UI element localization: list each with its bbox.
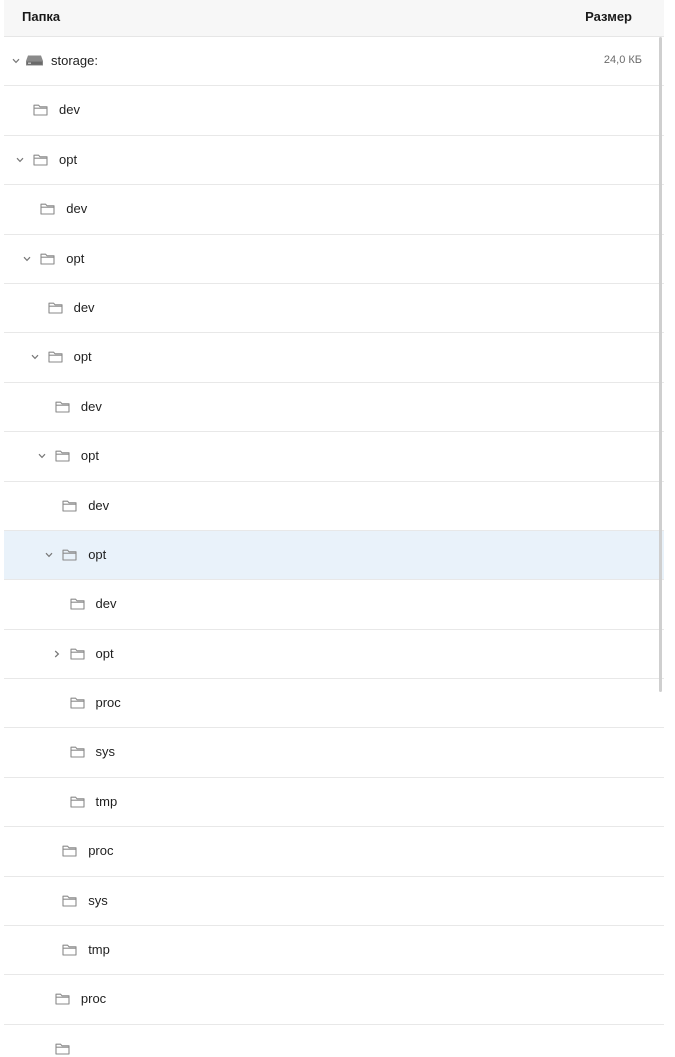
folder-icon — [55, 400, 70, 413]
chevron-down-icon[interactable] — [37, 450, 47, 462]
folder-icon — [40, 252, 55, 265]
folder-name: opt — [80, 448, 99, 464]
folder-name: opt — [88, 546, 107, 562]
chevron-down-icon[interactable] — [15, 154, 25, 166]
folder-name: tmp — [95, 793, 118, 809]
folder-name: opt — [59, 151, 78, 167]
chevron-down-icon[interactable] — [11, 55, 21, 67]
drive-icon — [25, 54, 44, 67]
tree-row[interactable]: opt — [4, 630, 664, 680]
tree-row[interactable]: dev — [4, 185, 664, 235]
folder-name: dev — [80, 398, 102, 414]
folder-name: dev — [59, 102, 80, 118]
folder-name: sys — [88, 892, 108, 908]
tree-row[interactable]: opt — [4, 432, 664, 482]
folder-name: dev — [66, 201, 88, 217]
tree-row[interactable] — [4, 1025, 664, 1057]
tree-row[interactable]: proc — [4, 827, 664, 877]
folder-name: storage: — [51, 53, 98, 68]
folder-name: sys — [95, 744, 116, 760]
tree-row[interactable]: sys — [4, 877, 664, 927]
tree-row[interactable]: dev — [4, 482, 664, 531]
folder-tree: storage: 24,0 КБ dev opt dev opt dev opt dev opt d… — [4, 37, 664, 1057]
folder-icon — [62, 943, 77, 956]
tree-row[interactable]: opt — [4, 235, 664, 284]
folder-name: proc — [95, 695, 121, 711]
folder-name: proc — [80, 991, 107, 1007]
tree-row[interactable]: storage: 24,0 КБ — [4, 37, 664, 87]
tree-row[interactable]: opt — [4, 333, 664, 383]
folder-icon — [55, 992, 70, 1005]
folder-icon — [40, 202, 55, 215]
tree-row[interactable]: tmp — [4, 778, 664, 828]
tree-row[interactable]: proc — [4, 679, 664, 729]
folder-icon — [69, 795, 85, 808]
folder-name: tmp — [88, 942, 110, 958]
folder-name: proc — [88, 843, 114, 859]
folder-size: 24,0 КБ — [603, 54, 642, 66]
folder-icon — [55, 449, 70, 462]
folder-icon — [55, 1042, 70, 1055]
folder-name: dev — [88, 497, 110, 513]
tree-row[interactable]: dev — [4, 86, 664, 136]
folder-icon — [33, 103, 48, 116]
folder-icon — [48, 350, 63, 363]
tree-row[interactable]: sys — [4, 728, 664, 778]
tree-row[interactable]: dev — [4, 383, 664, 433]
size-column-header[interactable]: Размер — [585, 9, 632, 24]
folder-icon — [62, 894, 77, 907]
chevron-right-icon[interactable] — [52, 648, 62, 660]
chevron-down-icon[interactable] — [30, 351, 40, 363]
tree-row[interactable]: dev — [4, 284, 664, 334]
folder-icon — [33, 153, 48, 166]
folder-name: dev — [73, 299, 95, 315]
folder-icon — [69, 745, 85, 759]
chevron-down-icon[interactable] — [22, 253, 32, 265]
folder-icon — [69, 696, 85, 709]
tree-row[interactable]: opt — [4, 136, 664, 186]
tree-row[interactable]: opt — [4, 530, 664, 581]
folder-icon — [62, 844, 77, 857]
chevron-down-icon[interactable] — [44, 549, 54, 561]
folder-name: dev — [95, 596, 117, 612]
folder-icon — [48, 301, 63, 314]
tree-row[interactable]: dev — [4, 580, 664, 630]
folder-tree-panel: Папка Размер storage: 24,0 КБ dev opt dev opt… — [0, 0, 675, 1057]
folder-name: opt — [95, 645, 114, 661]
folder-icon — [69, 647, 85, 660]
folder-column-header[interactable]: Папка — [22, 9, 60, 24]
table-header: Папка Размер — [4, 0, 664, 37]
folder-name: opt — [66, 250, 85, 266]
tree-row[interactable]: proc — [4, 975, 664, 1025]
folder-name: opt — [73, 349, 92, 365]
folder-icon — [62, 499, 77, 512]
folder-icon — [62, 548, 77, 561]
vertical-scrollbar[interactable] — [659, 37, 662, 692]
folder-icon — [69, 597, 85, 610]
tree-row[interactable]: tmp — [4, 926, 664, 976]
